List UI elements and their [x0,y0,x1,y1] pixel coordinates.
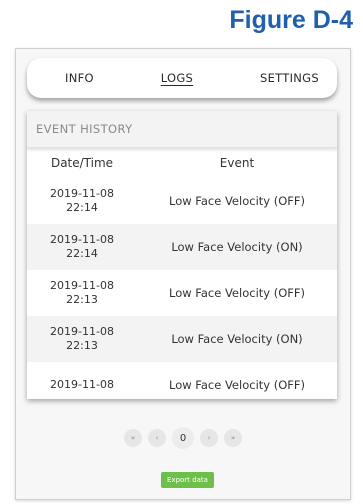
table-row: 2019-11-08 Low Face Velocity (OFF) [27,362,337,399]
table-header: Date/Time Event [27,148,337,178]
row-time: 22:13 [66,293,98,306]
row-date: 2019-11-08 [50,187,114,200]
nav-tab-settings[interactable]: SETTINGS [260,71,319,85]
current-page[interactable]: 0 [172,427,194,449]
row-datetime: 2019-11-08 22:14 [27,187,137,215]
top-nav: INFO LOGS SETTINGS [27,58,337,98]
row-time: 22:14 [66,247,98,260]
last-page-button[interactable]: » [224,429,242,447]
row-event: Low Face Velocity (OFF) [169,378,305,392]
row-event: Low Face Velocity (ON) [171,332,303,346]
event-history-panel: EVENT HISTORY Date/Time Event 2019-11-08… [27,111,337,399]
row-event: Low Face Velocity (ON) [171,240,303,254]
event-list[interactable]: 2019-11-08 22:14 Low Face Velocity (OFF)… [27,178,337,399]
next-page-button[interactable]: › [200,429,218,447]
table-row: 2019-11-08 22:14 Low Face Velocity (OFF) [27,178,337,224]
row-event: Low Face Velocity (OFF) [169,194,305,208]
device-screen: INFO LOGS SETTINGS EVENT HISTORY Date/Ti… [15,48,351,500]
row-time: 22:13 [66,339,98,352]
nav-tab-logs[interactable]: LOGS [161,71,193,85]
column-header-event: Event [219,156,255,170]
row-datetime: 2019-11-08 22:13 [27,325,137,353]
prev-page-button[interactable]: ‹ [148,429,166,447]
first-page-button[interactable]: « [124,429,142,447]
panel-title: EVENT HISTORY [27,111,337,148]
row-event: Low Face Velocity (OFF) [169,286,305,300]
table-row: 2019-11-08 22:14 Low Face Velocity (ON) [27,224,337,270]
row-date: 2019-11-08 [50,279,114,292]
row-time: 22:14 [66,201,98,214]
row-datetime: 2019-11-08 22:14 [27,233,137,261]
figure-label: Figure D-4 [229,6,353,34]
row-datetime: 2019-11-08 [27,378,137,392]
row-date: 2019-11-08 [50,325,114,338]
pagination: « ‹ 0 › » [16,427,350,449]
row-date: 2019-11-08 [50,378,114,391]
row-date: 2019-11-08 [50,233,114,246]
column-header-datetime: Date/Time [50,156,114,170]
table-row: 2019-11-08 22:13 Low Face Velocity (ON) [27,316,337,362]
nav-tab-info[interactable]: INFO [65,71,94,85]
table-row: 2019-11-08 22:13 Low Face Velocity (OFF) [27,270,337,316]
export-data-button[interactable]: Export data [161,472,214,488]
row-datetime: 2019-11-08 22:13 [27,279,137,307]
